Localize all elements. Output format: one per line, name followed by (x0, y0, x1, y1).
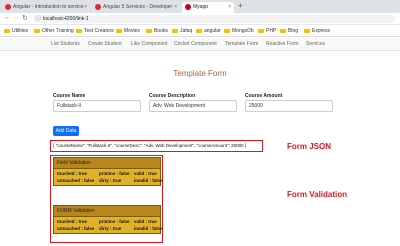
field-pristine: pristine : false (99, 171, 130, 176)
course-description-input[interactable]: Adv. Web Development (149, 100, 237, 112)
bookmark-label: Utilities (12, 28, 29, 34)
nav-template-form[interactable]: Template Form (225, 41, 258, 47)
bookmark-php[interactable]: PHP (258, 27, 276, 35)
address-bar: ← → ↻ ⓘ localhost:4200/link-1 (0, 13, 400, 25)
nav-list-students[interactable]: List Students (51, 41, 80, 47)
url-text: localhost:4200/link-1 (43, 16, 89, 22)
course-amount-input[interactable]: 25000 (245, 100, 333, 112)
field-invalid: invalid : false (134, 178, 163, 183)
bookmark-blog[interactable]: Blog (280, 27, 298, 35)
folder-icon (196, 29, 202, 33)
close-tab-2-icon[interactable]: × (174, 2, 177, 13)
course-amount-label: Course Amount (245, 93, 283, 99)
bookmark-mongodb[interactable]: MongoDb (224, 27, 254, 35)
browser-tab-1[interactable]: Angular - Introduction to service × (2, 2, 90, 13)
bookmark-label: Test Creators (84, 28, 114, 34)
browser-tab-strip: Angular - Introduction to service × Angu… (0, 0, 400, 13)
folder-icon (146, 29, 152, 33)
nav-cricket-component[interactable]: Cricket Component (174, 41, 217, 47)
form-valid: valid : true (134, 219, 157, 224)
angular-favicon-icon (185, 4, 191, 10)
bookmark-express[interactable]: Express (304, 27, 330, 35)
course-name-input[interactable]: Fullstack-II (53, 100, 141, 112)
folder-icon (304, 29, 310, 33)
close-tab-3-icon[interactable]: × (228, 2, 231, 13)
bookmark-angular[interactable]: angular (196, 27, 221, 35)
bookmark-books[interactable]: Books (146, 27, 168, 35)
forward-icon[interactable]: → (13, 14, 20, 21)
folder-icon (224, 29, 230, 33)
form-untouched: untouched : false (57, 226, 95, 231)
folder-icon (34, 29, 40, 33)
folder-icon (258, 29, 264, 33)
bookmark-label: Other Training (42, 28, 74, 34)
form-validation-panel: FORM Validation touched : true untouched… (53, 205, 163, 234)
angular-favicon-icon (5, 4, 11, 10)
app-navbar: List Students Create Student Like Compon… (0, 38, 400, 51)
close-tab-1-icon[interactable]: × (84, 2, 87, 13)
folder-icon (76, 29, 82, 33)
course-description-label: Course Description (149, 93, 196, 99)
form-touched: touched : true (57, 219, 87, 224)
field-validation-body: touched : true untouched : false pristin… (54, 169, 163, 185)
folder-icon (4, 29, 10, 33)
field-untouched: untouched : false (57, 178, 95, 183)
angular-favicon-icon (95, 4, 101, 10)
field-touched: touched : true (57, 171, 87, 176)
bookmark-label: angular (204, 28, 221, 34)
course-name-label: Course Name (53, 93, 86, 99)
form-dirty: dirty : true (99, 226, 122, 231)
back-icon[interactable]: ← (4, 14, 11, 21)
url-input[interactable]: ⓘ localhost:4200/link-1 (33, 15, 395, 23)
browser-tab-3-title: Myapp (193, 4, 209, 10)
nav-create-student[interactable]: Create Student (88, 41, 122, 47)
form-json-annotation: Form JSON (287, 142, 332, 151)
form-invalid: invalid : false (134, 226, 163, 231)
bookmark-label: Movies (124, 28, 140, 34)
field-dirty: dirty : true (99, 178, 122, 183)
bookmark-utilities[interactable]: Utilities (4, 27, 28, 35)
reload-icon[interactable]: ↻ (22, 14, 28, 22)
bookmark-label: Blog (288, 28, 299, 34)
form-validation-body: touched : true untouched : false pristin… (54, 217, 163, 233)
bookmark-test-creators[interactable]: Test Creators (76, 27, 114, 35)
folder-icon (280, 29, 286, 33)
folder-icon (116, 29, 122, 33)
bookmark-movies[interactable]: Movies (116, 27, 140, 35)
bookmark-label: Books (154, 28, 168, 34)
form-validation-annotation: Form Validation (287, 190, 348, 199)
page-title: Template Form (173, 69, 227, 78)
bookmark-label: PHP (266, 28, 277, 34)
form-pristine: pristine : false (99, 219, 130, 224)
info-icon[interactable]: ⓘ (36, 15, 41, 23)
nav-services[interactable]: Services (306, 41, 325, 47)
field-validation-title: Field Validation (54, 158, 160, 169)
browser-tab-3[interactable]: Myapp × (182, 2, 234, 13)
field-validation-panel: Field Validation touched : true untouche… (53, 157, 163, 186)
bookmark-label: MongoDb (232, 28, 254, 34)
browser-tab-1-title: Angular - Introduction to service (13, 4, 84, 10)
nav-reactive-form[interactable]: Reactive Form (266, 41, 299, 47)
bookmark-other-training[interactable]: Other Training (34, 27, 74, 35)
bookmark-jafaq[interactable]: Jafaq (172, 27, 192, 35)
form-validation-title: FORM Validation (54, 206, 160, 217)
new-tab-button[interactable]: + (238, 1, 243, 10)
bookmark-label: Express (312, 28, 331, 34)
bookmarks-bar: Utilities Other Training Test Creators M… (0, 25, 400, 37)
bookmark-label: Jafaq (180, 28, 193, 34)
browser-tab-2[interactable]: Angular 5 Services - Developer × (92, 2, 180, 13)
add-data-button[interactable]: Add Data (53, 126, 79, 136)
field-valid: valid : true (134, 171, 157, 176)
browser-tab-2-title: Angular 5 Services - Developer (103, 4, 173, 10)
folder-icon (172, 29, 178, 33)
form-json-output: { "courseName": "Fullstack-II", "courseD… (50, 140, 263, 152)
nav-like-component[interactable]: Like Component (131, 41, 167, 47)
